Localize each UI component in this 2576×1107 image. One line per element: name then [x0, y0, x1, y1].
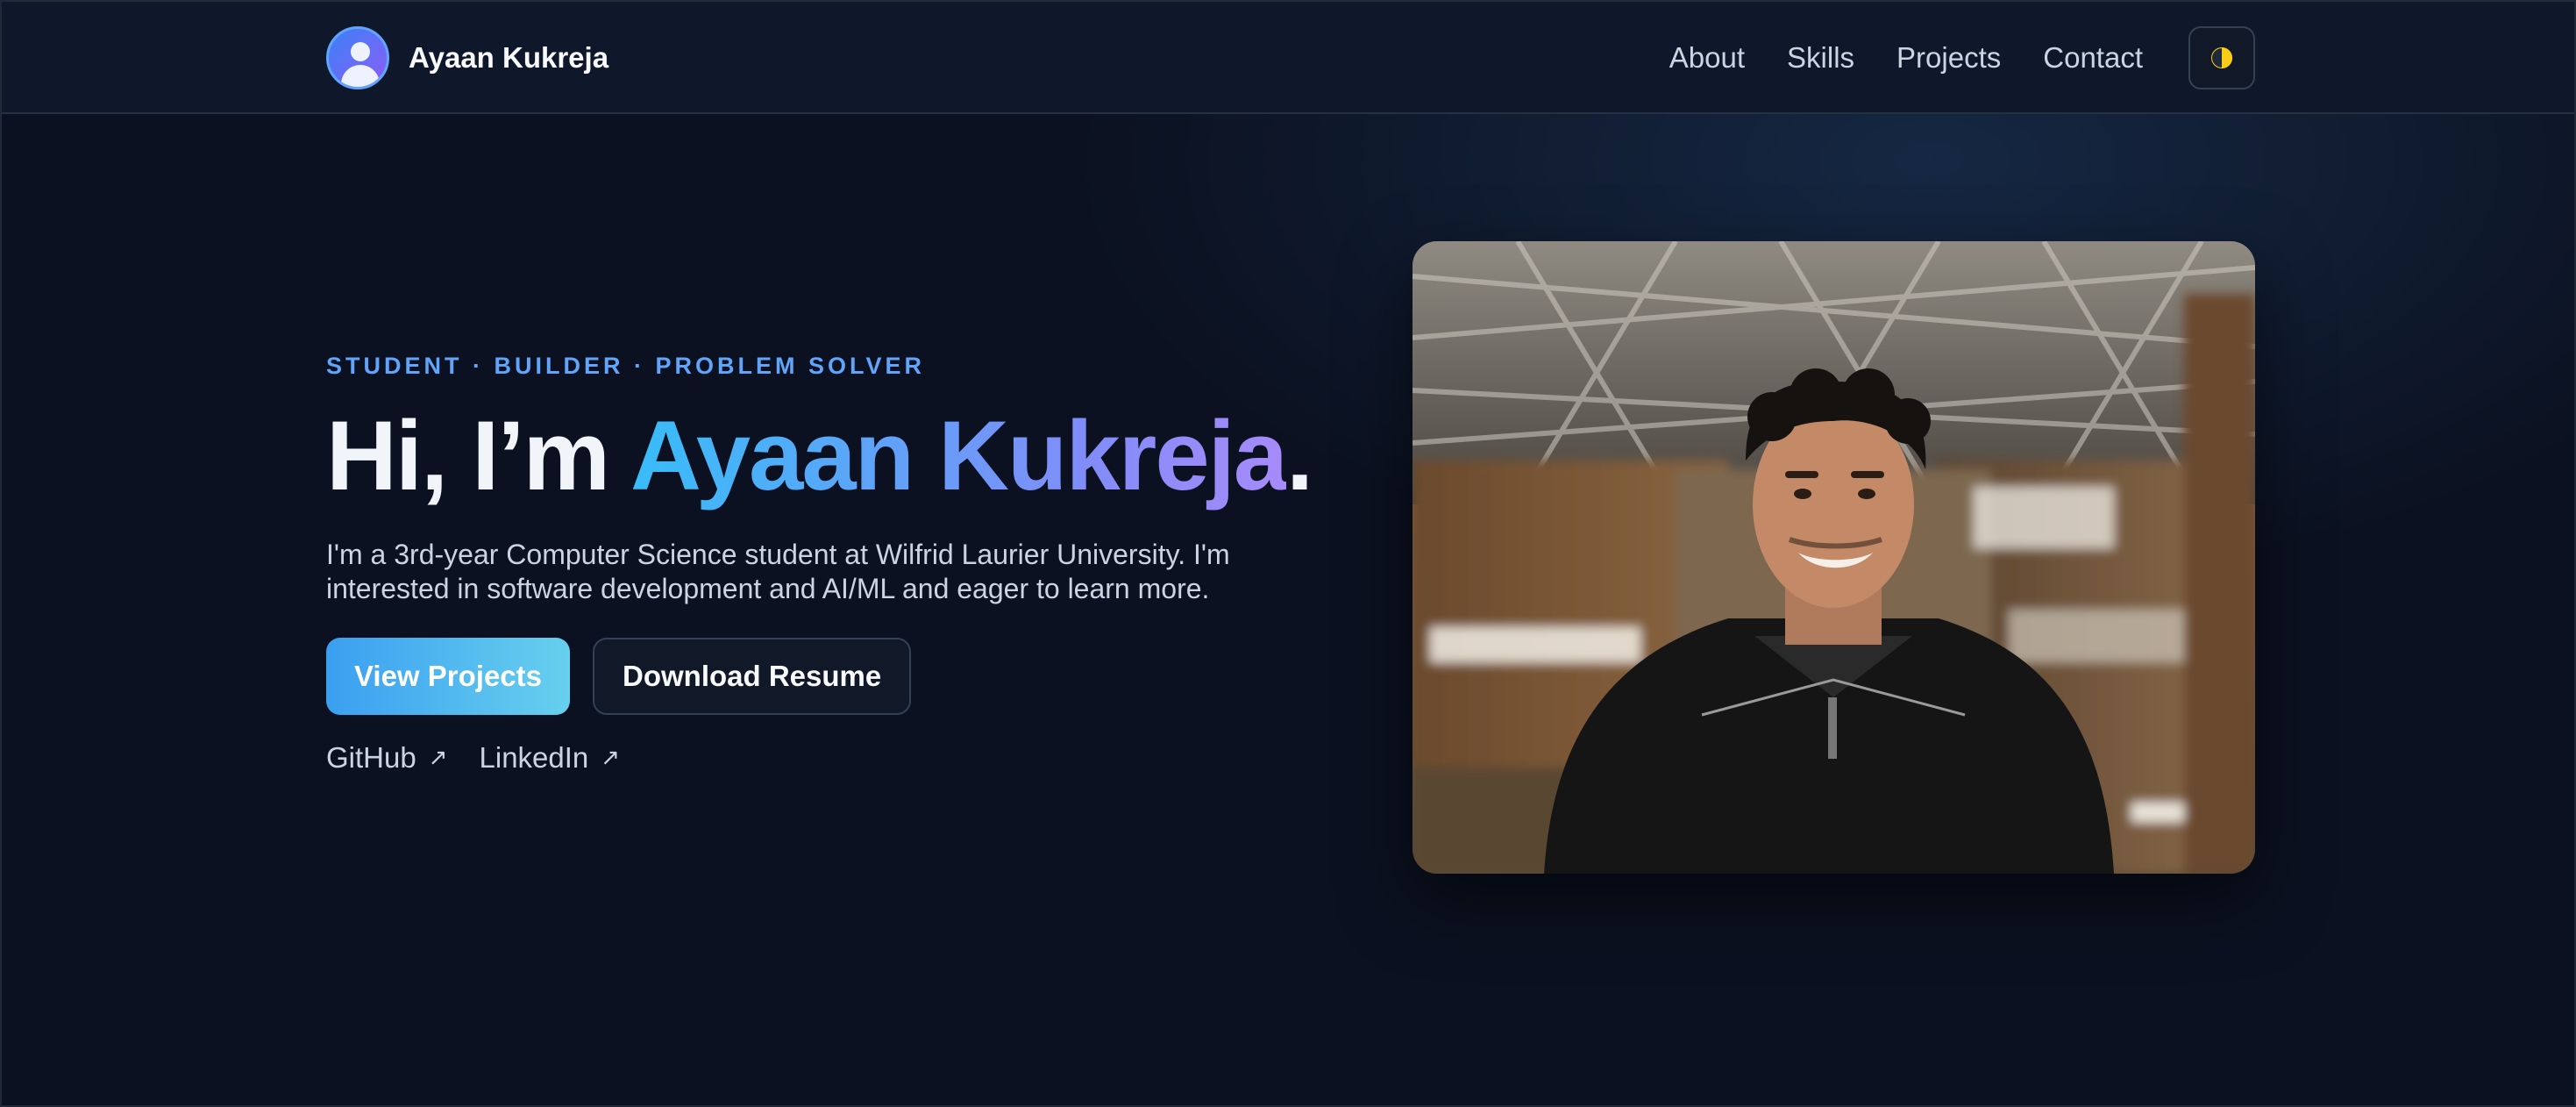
hero-bio: I'm a 3rd-year Computer Science student … — [326, 538, 1230, 604]
headline-name: Ayaan Kukreja — [630, 401, 1288, 511]
navbar: Ayaan Kukreja About Skills Projects Cont… — [2, 2, 2574, 114]
headline-prefix: Hi, I’m — [326, 401, 631, 511]
nav-link-contact[interactable]: Contact — [2043, 41, 2143, 75]
linkedin-label: LinkedIn — [479, 740, 589, 774]
nav-links: About Skills Projects Contact — [1627, 26, 2255, 89]
avatar-icon — [326, 26, 389, 89]
navbar-inner: Ayaan Kukreja About Skills Projects Cont… — [326, 2, 2255, 114]
profile-photo — [1413, 241, 2255, 874]
github-label: GitHub — [326, 740, 416, 774]
view-projects-button[interactable]: View Projects — [326, 637, 571, 715]
github-link[interactable]: GitHub ↗ — [326, 741, 448, 775]
avatar-body — [341, 65, 380, 87]
profile-photo-illustration — [1413, 241, 2255, 874]
nav-link-about[interactable]: About — [1669, 41, 1745, 75]
avatar-head — [351, 42, 370, 61]
linkedin-link[interactable]: LinkedIn ↗ — [480, 741, 621, 775]
hero-headline: Hi, I’m Ayaan Kukreja. — [326, 404, 1334, 508]
hero-intro: STUDENT · BUILDER · PROBLEM SOLVER Hi, I… — [326, 353, 1334, 775]
social-links: GitHub ↗ LinkedIn ↗ — [326, 741, 1334, 775]
download-resume-button[interactable]: Download Resume — [593, 637, 912, 715]
headline-suffix: . — [1286, 401, 1313, 511]
brand-name[interactable]: Ayaan Kukreja — [409, 41, 608, 75]
nav-link-skills[interactable]: Skills — [1787, 41, 1854, 75]
half-moon-icon — [2211, 47, 2232, 68]
brand[interactable]: Ayaan Kukreja — [326, 26, 608, 89]
hero-tagline: STUDENT · BUILDER · PROBLEM SOLVER — [326, 353, 926, 379]
arrow-up-right-icon: ↗ — [601, 744, 621, 771]
theme-toggle-button[interactable] — [2188, 26, 2255, 89]
nav-link-projects[interactable]: Projects — [1896, 41, 2001, 75]
arrow-up-right-icon: ↗ — [428, 744, 448, 771]
hero-buttons: View Projects Download Resume — [326, 637, 1334, 715]
page: Ayaan Kukreja About Skills Projects Cont… — [0, 0, 2576, 1107]
